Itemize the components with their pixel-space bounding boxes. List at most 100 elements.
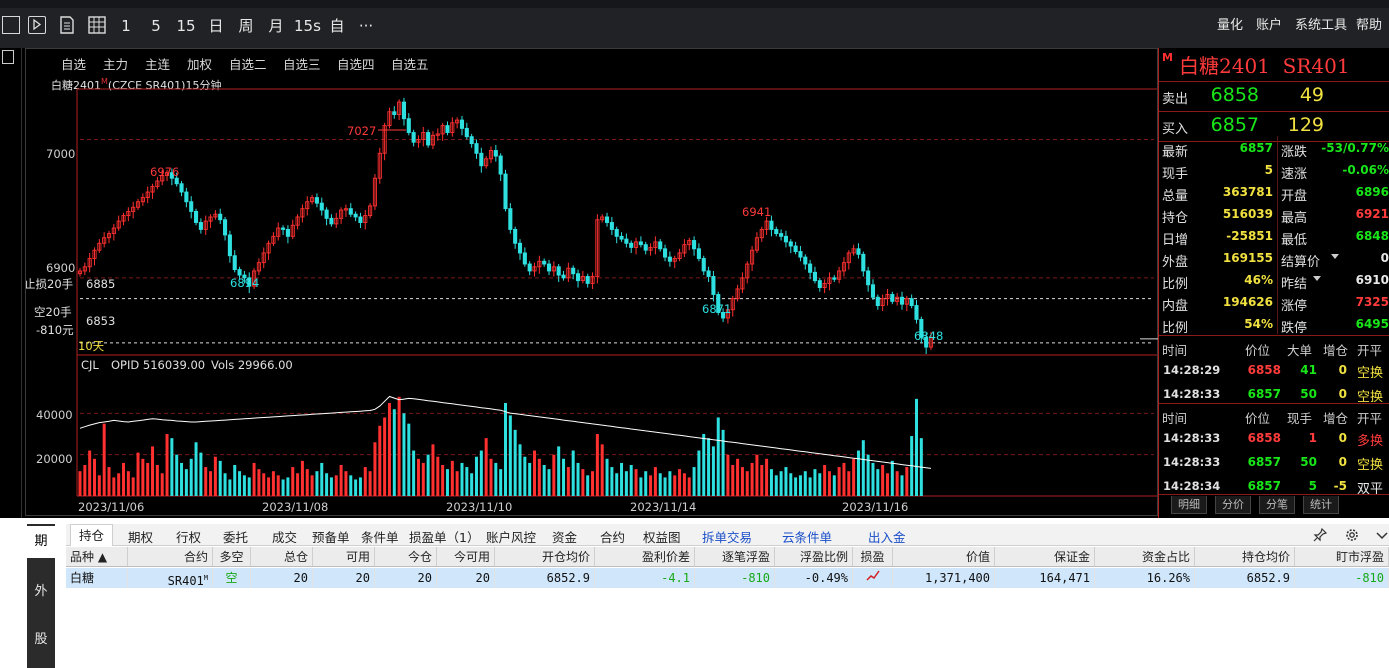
col-float-pnl[interactable]: 逐笔浮盈: [695, 547, 775, 567]
tab-funds[interactable]: 资金: [552, 527, 577, 546]
period-custom-button[interactable]: 自: [326, 14, 348, 38]
period-15min-button[interactable]: 15: [175, 14, 197, 38]
tab-exercise[interactable]: 行权: [176, 527, 201, 546]
tab-price-dist[interactable]: 分价: [1215, 496, 1251, 514]
tab-tick[interactable]: 分笔: [1259, 496, 1295, 514]
play-box-icon[interactable]: [28, 16, 46, 34]
ticks-header-cell: 价位: [1245, 411, 1271, 426]
document-icon[interactable]: [58, 16, 76, 34]
cell-total: 20: [251, 568, 313, 588]
col-mtm-pnl[interactable]: 盯市浮盈: [1295, 547, 1389, 567]
volume-bar: [223, 473, 227, 496]
tab-options[interactable]: 期权: [128, 527, 153, 546]
volume-bar: [349, 475, 353, 496]
play-icon[interactable]: [2, 16, 20, 34]
volume-bar: [610, 467, 614, 496]
col-variety[interactable]: 品种 ▲: [66, 547, 128, 567]
kline-chart-panel[interactable]: 自选 主力 主连 加权 自选二 自选三 自选四 自选五 白糖2401M(CZCE…: [25, 48, 1159, 517]
volume-bar: [750, 462, 754, 496]
volume-bar: [445, 469, 449, 496]
ticks-header-cell: 价位: [1245, 343, 1271, 358]
col-total[interactable]: 总仓: [251, 547, 313, 567]
menu-quant[interactable]: 量化: [1217, 14, 1243, 38]
volume-bar: [267, 477, 271, 496]
ask-row[interactable]: 卖出 6858 49: [1159, 82, 1389, 112]
tab-stats[interactable]: 统计: [1303, 496, 1339, 514]
menu-account[interactable]: 账户: [1256, 14, 1282, 38]
tab-stop-orders[interactable]: 损盈单（1）: [409, 527, 479, 546]
period-day-button[interactable]: 日: [205, 14, 227, 38]
col-margin[interactable]: 保证金: [995, 547, 1095, 567]
period-month-button[interactable]: 月: [265, 14, 287, 38]
tab-risk-control[interactable]: 账户风控: [486, 527, 536, 546]
side-tab-foreign[interactable]: 外: [27, 576, 55, 608]
tick-qty: 41: [1300, 363, 1317, 377]
tab-detail[interactable]: 明细: [1171, 496, 1207, 514]
volume-bar: [387, 403, 391, 496]
period-1min-button[interactable]: 1: [118, 14, 134, 38]
volume-bar: [78, 471, 82, 496]
volume-bar: [774, 475, 778, 496]
volume-bar: [363, 467, 367, 496]
col-contract[interactable]: 合约: [128, 547, 213, 567]
volume-bar: [581, 469, 585, 496]
col-available[interactable]: 可用: [313, 547, 375, 567]
volume-bar: [605, 458, 609, 496]
volume-bar: [547, 469, 551, 496]
candle-body: [179, 183, 184, 193]
period-week-button[interactable]: 周: [235, 14, 257, 38]
col-float-ratio[interactable]: 浮盈比例: [775, 547, 853, 567]
side-tab-stocks[interactable]: 股: [27, 624, 55, 656]
chevron-down-icon[interactable]: [1313, 276, 1321, 281]
period-15s-button[interactable]: 15s: [294, 14, 321, 38]
stat-value: 6495: [1355, 317, 1389, 331]
volume-bar: [136, 452, 140, 496]
col-value[interactable]: 价值: [893, 547, 995, 567]
col-direction[interactable]: 多空: [213, 547, 251, 567]
tab-positions[interactable]: 持仓: [70, 524, 114, 546]
tab-preset-orders[interactable]: 预备单: [312, 527, 350, 546]
candle-body: [663, 248, 668, 258]
candlestick-chart[interactable]: 7000 6900 止损20手 6885 空20手 -810元 6853 10天…: [26, 49, 1159, 517]
tab-contracts[interactable]: 合约: [600, 527, 625, 546]
col-today-avail[interactable]: 今可用: [437, 547, 495, 567]
menu-help[interactable]: 帮助: [1356, 14, 1382, 38]
period-5min-button[interactable]: 5: [148, 14, 164, 38]
chevron-down-icon[interactable]: [1331, 254, 1339, 259]
tab-cloud-conditional[interactable]: 云条件单: [782, 527, 832, 546]
side-tab-futures[interactable]: 期: [27, 526, 55, 558]
col-today[interactable]: 今仓: [375, 547, 437, 567]
tab-orders[interactable]: 委托: [223, 527, 248, 546]
tick-price: 6857: [1247, 387, 1281, 401]
col-stop[interactable]: 损盈: [853, 547, 893, 567]
volume-bar: [189, 458, 193, 496]
candle-body: [479, 152, 484, 167]
bid-label: 买入: [1162, 122, 1189, 137]
col-spread[interactable]: 盈利价差: [595, 547, 695, 567]
chevron-down-icon[interactable]: [1374, 527, 1389, 543]
more-icon[interactable]: ···: [354, 14, 378, 38]
cell-stop[interactable]: [853, 568, 893, 588]
stat-label: 最高: [1281, 211, 1308, 226]
col-open-avg[interactable]: 开仓均价: [495, 547, 595, 567]
candle-body: [401, 101, 407, 120]
tab-deposit-withdraw[interactable]: 出入金: [868, 527, 906, 546]
tick-row: 14:28:33 6858 1 0 多换: [1159, 428, 1389, 450]
short-position-pnl: -810元: [36, 323, 74, 337]
tab-equity-chart[interactable]: 权益图: [643, 527, 681, 546]
candle-body: [783, 235, 788, 243]
tab-conditional-orders[interactable]: 条件单: [361, 527, 399, 546]
menu-system-tools[interactable]: 系统工具: [1295, 14, 1347, 38]
candle-body: [701, 258, 706, 272]
volume-bar: [107, 467, 111, 496]
col-hold-avg[interactable]: 持仓均价: [1195, 547, 1295, 567]
volume-bar: [170, 438, 174, 496]
volume-bar: [871, 462, 875, 496]
grid-icon[interactable]: [88, 16, 106, 34]
stat-label: 昨结: [1281, 277, 1308, 292]
pin-icon[interactable]: [1312, 527, 1328, 543]
tab-trades[interactable]: 成交: [272, 527, 297, 546]
col-fund-ratio[interactable]: 资金占比: [1095, 547, 1195, 567]
settings-icon[interactable]: [1344, 527, 1360, 543]
tab-split-trade[interactable]: 拆单交易: [702, 527, 752, 546]
